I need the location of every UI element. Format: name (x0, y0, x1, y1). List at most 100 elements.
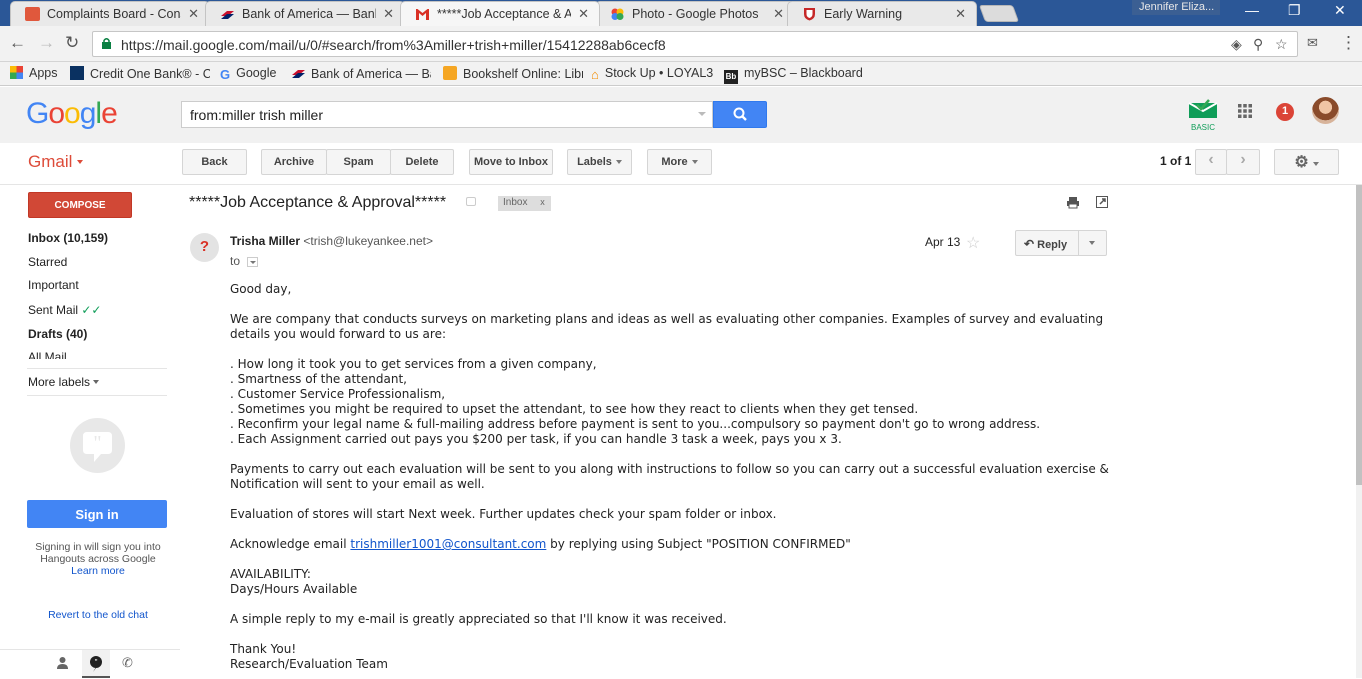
search-query: from:miller trish miller (190, 107, 323, 123)
bookmark-mybsc[interactable]: Bb myBSC – Blackboard L (724, 66, 864, 84)
search-button[interactable] (713, 101, 767, 128)
early-warning-icon (802, 7, 817, 21)
close-icon[interactable]: ✕ (773, 6, 784, 22)
google-g-icon: G (220, 67, 231, 81)
gmail-basic-icon[interactable]: BASIC (1188, 99, 1218, 132)
sidebar-item-important[interactable]: Important (28, 278, 79, 292)
chevron-down-icon (691, 160, 698, 164)
newer-button[interactable]: ‹ (1195, 149, 1227, 175)
move-to-inbox-button[interactable]: Move to Inbox (469, 149, 553, 175)
delete-button[interactable]: Delete (390, 149, 454, 175)
chevron-left-icon: ‹ (1208, 151, 1214, 168)
menu-icon[interactable]: ⋮ (1340, 33, 1357, 53)
google-logo[interactable]: Google (26, 97, 118, 131)
remove-label-icon[interactable]: x (540, 197, 545, 207)
minimize-icon[interactable]: — (1245, 2, 1259, 18)
url-text[interactable]: https://mail.google.com/mail/u/0/#search… (121, 37, 666, 53)
apps-grid-icon[interactable] (1238, 104, 1252, 118)
profile-name[interactable]: Jennifer Eliza... (1132, 0, 1220, 15)
list-item: . Customer Service Professionalism, (230, 387, 446, 401)
spam-button[interactable]: Spam (326, 149, 391, 175)
chevron-down-icon (93, 380, 100, 384)
notification-badge[interactable]: 1 (1276, 103, 1294, 121)
close-icon[interactable]: ✕ (578, 6, 589, 22)
more-labels-link[interactable]: More labels (28, 375, 100, 389)
extension-mail-icon[interactable]: ✉ (1307, 35, 1318, 51)
hangouts-chat-icon[interactable]: " (82, 650, 110, 678)
sender[interactable]: Trisha Miller <trish@lukeyankee.net> (230, 234, 433, 248)
labels-button[interactable]: Labels (567, 149, 632, 175)
person-icon[interactable] (56, 656, 69, 672)
address-bar-row: ← → ↻ https://mail.google.com/mail/u/0/#… (0, 26, 1362, 62)
tab-google-photos[interactable]: Photo - Google Photos ✕ (595, 1, 795, 26)
learn-more-link[interactable]: Learn more (71, 565, 125, 577)
sidebar-item-sent-mail[interactable]: Sent Mail ✓✓ (28, 303, 101, 317)
new-window-icon[interactable] (1096, 196, 1108, 211)
sender-avatar[interactable]: ? (190, 233, 219, 262)
tab-complaints-board[interactable]: Complaints Board - Cons ✕ (10, 1, 210, 26)
reply-arrow-icon: ↶ (1024, 237, 1035, 251)
tab-gmail[interactable]: *****Job Acceptance & A ✕ (400, 1, 600, 26)
loyal3-icon: ⌂ (591, 67, 599, 81)
importance-marker-icon[interactable] (466, 197, 476, 206)
print-icon[interactable] (1066, 196, 1080, 212)
sidebar-item-drafts[interactable]: Drafts (40) (28, 327, 87, 341)
evaluation-paragraph: Evaluation of stores will start Next wee… (230, 507, 777, 521)
back-button[interactable]: Back (182, 149, 247, 175)
gear-icon: ⚙ (1294, 154, 1309, 171)
search-options-icon[interactable] (698, 112, 706, 116)
bookmark-star-icon[interactable]: ☆ (1275, 36, 1288, 53)
scrollbar-thumb[interactable] (1356, 185, 1362, 485)
bookmark-credit-one[interactable]: Credit One Bank® - C (70, 66, 210, 81)
divider (27, 395, 167, 396)
close-icon[interactable]: ✕ (383, 6, 394, 22)
back-arrow-icon[interactable]: ← (9, 33, 26, 53)
more-button[interactable]: More (647, 149, 712, 175)
restore-icon[interactable]: ❐ (1288, 2, 1301, 19)
list-item: . Smartness of the attendant, (230, 372, 407, 386)
bookmark-apps[interactable]: Apps (10, 66, 58, 80)
older-button[interactable]: › (1226, 149, 1260, 175)
forward-arrow-icon[interactable]: → (38, 33, 55, 53)
zoom-icon[interactable]: ⚲ (1253, 36, 1263, 53)
bookmark-stock-up[interactable]: ⌂ Stock Up • LOYAL3 (591, 66, 713, 81)
chevron-down-icon[interactable] (247, 257, 259, 267)
avatar[interactable] (1312, 97, 1339, 124)
bookmark-google[interactable]: G Google (220, 66, 276, 81)
bookmarks-bar: Apps Credit One Bank® - C G Google Bank o… (0, 62, 1362, 86)
sidebar-item-starred[interactable]: Starred (28, 255, 67, 269)
new-tab-button[interactable] (978, 5, 1020, 22)
more-options-icon[interactable] (1089, 241, 1095, 245)
close-icon[interactable]: ✕ (188, 6, 199, 22)
close-icon[interactable]: ✕ (955, 6, 966, 22)
archive-button[interactable]: Archive (261, 149, 327, 175)
sidebar-item-all-mail[interactable]: All Mail (28, 350, 67, 359)
reload-icon[interactable]: ↻ (65, 33, 79, 53)
tab-bank-of-america[interactable]: Bank of America — Bank ✕ (205, 1, 405, 26)
star-icon[interactable]: ☆ (966, 233, 980, 253)
sign-in-button[interactable]: Sign in (27, 500, 167, 528)
tab-early-warning[interactable]: Early Warning ✕ (787, 1, 977, 26)
compose-button[interactable]: COMPOSE (28, 192, 132, 218)
recipient-line[interactable]: to (230, 254, 259, 268)
scrollbar[interactable] (1356, 185, 1362, 678)
settings-button[interactable]: ⚙ (1274, 149, 1339, 175)
search-input[interactable]: from:miller trish miller (181, 101, 713, 128)
extension-icon[interactable]: ◈ (1231, 36, 1242, 53)
signoff: Thank You! Research/Evaluation Team (230, 642, 388, 671)
sidebar-item-inbox[interactable]: Inbox (10,159) (28, 231, 108, 245)
bookmark-bookshelf[interactable]: Bookshelf Online: Libr (443, 66, 583, 81)
revert-chat-link[interactable]: Revert to the old chat (28, 609, 168, 621)
bookmark-bank-of-america[interactable]: Bank of America — Ba (291, 66, 431, 81)
gmail-menu[interactable]: Gmail (28, 152, 84, 172)
left-sidebar: COMPOSE Inbox (10,159) Starred Important… (0, 185, 180, 678)
reply-button[interactable]: ↶ Reply (1015, 230, 1107, 256)
phone-icon[interactable]: ✆ (122, 655, 133, 671)
email-link[interactable]: trishmiller1001@consultant.com (350, 537, 546, 551)
url-box[interactable]: https://mail.google.com/mail/u/0/#search… (92, 31, 1298, 57)
bookshelf-icon (443, 66, 457, 80)
availability-paragraph: AVAILABILITY: Days/Hours Available (230, 567, 358, 596)
close-window-icon[interactable]: ✕ (1334, 2, 1346, 19)
chevron-right-icon: › (1240, 151, 1246, 168)
tab-title: Complaints Board - Cons (47, 7, 181, 21)
